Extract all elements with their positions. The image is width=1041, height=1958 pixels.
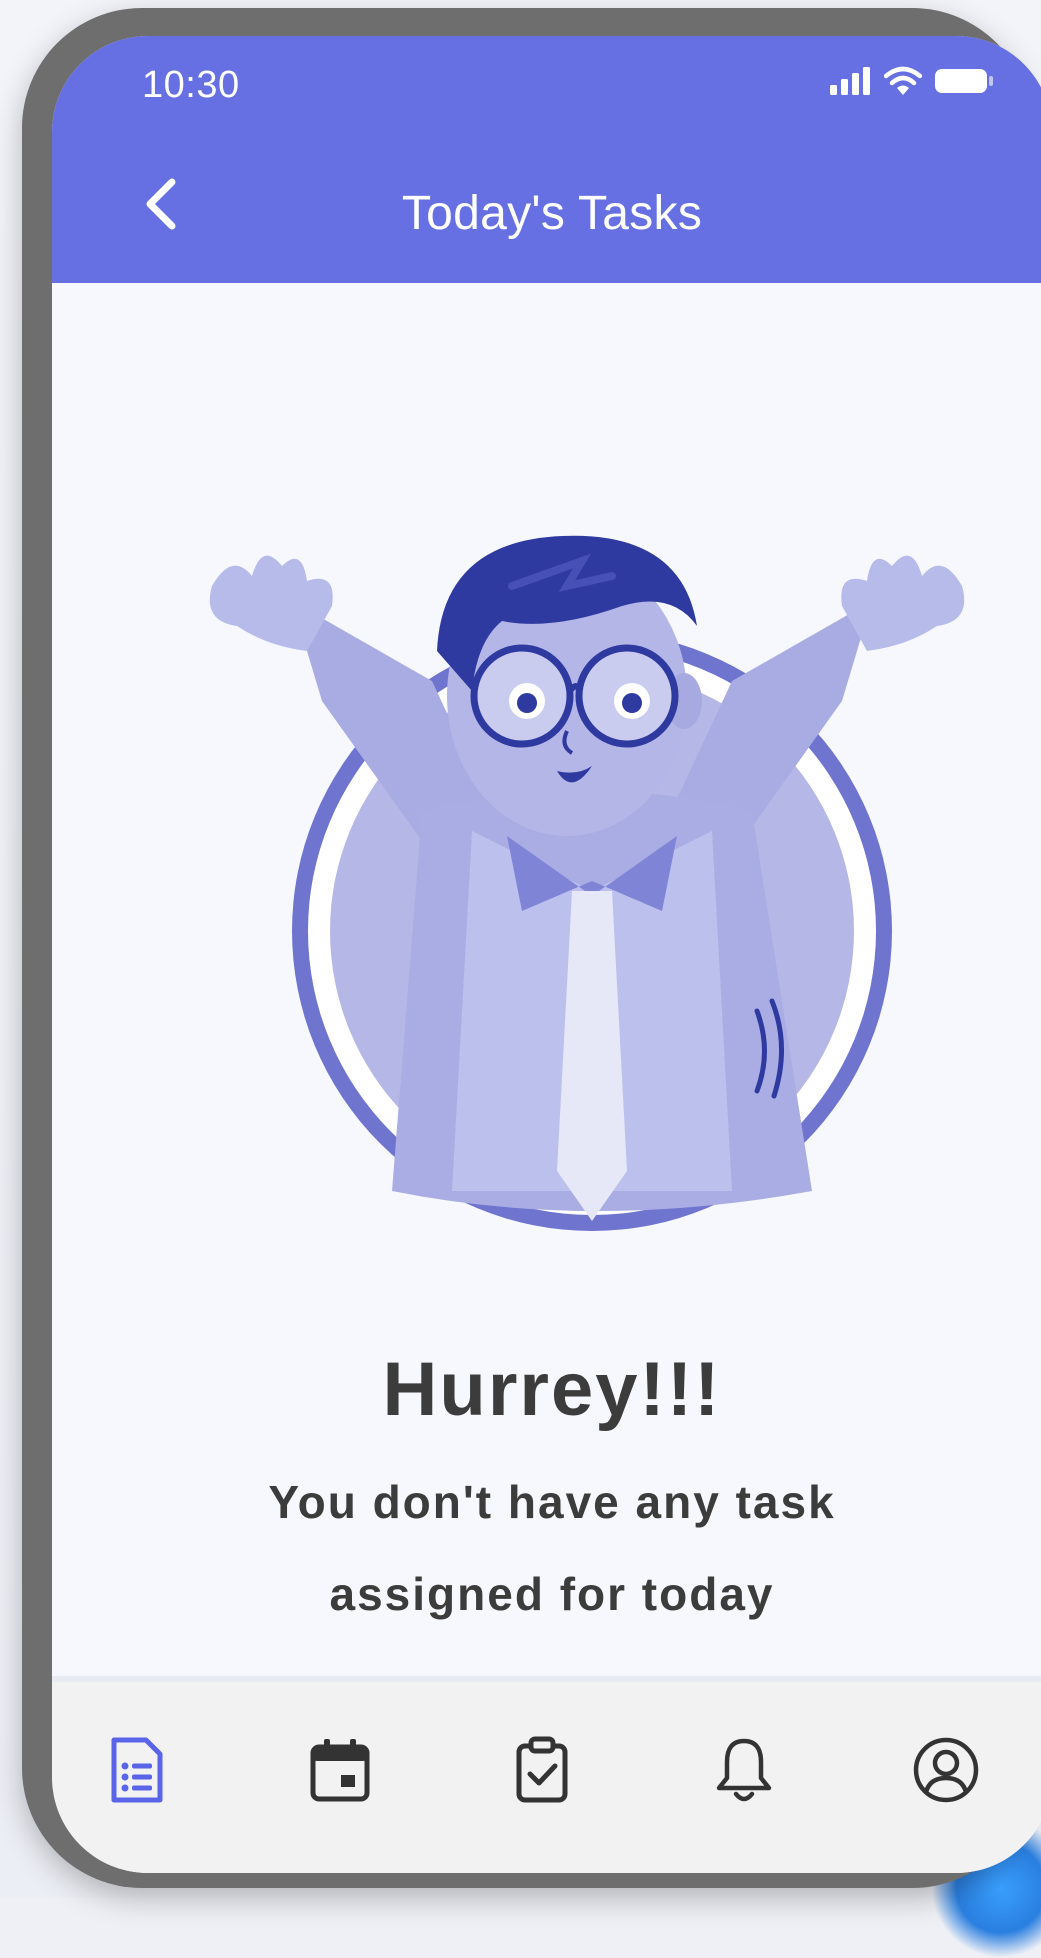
nav-item-checklist[interactable] [502,1732,582,1812]
empty-state-message-line2: assigned for today [52,1548,1041,1640]
signal-icon [830,67,872,95]
profile-icon [912,1736,980,1809]
phone-frame: 10:30 [22,8,1032,1888]
calendar-icon [309,1737,371,1808]
nav-item-calendar[interactable] [300,1732,380,1812]
nav-item-tasks[interactable] [97,1732,177,1812]
page-title: Today's Tasks [52,186,1041,241]
cheering-person-illustration [172,531,972,1291]
bell-icon [713,1736,775,1809]
status-icons [830,66,994,96]
empty-state-heading: Hurrey!!! [52,1346,1041,1433]
clipboard-check-icon [515,1736,569,1809]
app-header: 10:30 [52,36,1041,283]
empty-state-message: You don't have any task assigned for tod… [52,1456,1041,1640]
status-time: 10:30 [142,64,240,107]
task-list-icon [110,1736,164,1809]
nav-item-notifications[interactable] [704,1732,784,1812]
wifi-icon [884,66,922,96]
nav-item-profile[interactable] [906,1732,986,1812]
empty-state-message-line1: You don't have any task [52,1456,1041,1548]
battery-icon [934,67,994,95]
bottom-nav [52,1682,1041,1873]
phone-screen: 10:30 [52,36,1041,1873]
